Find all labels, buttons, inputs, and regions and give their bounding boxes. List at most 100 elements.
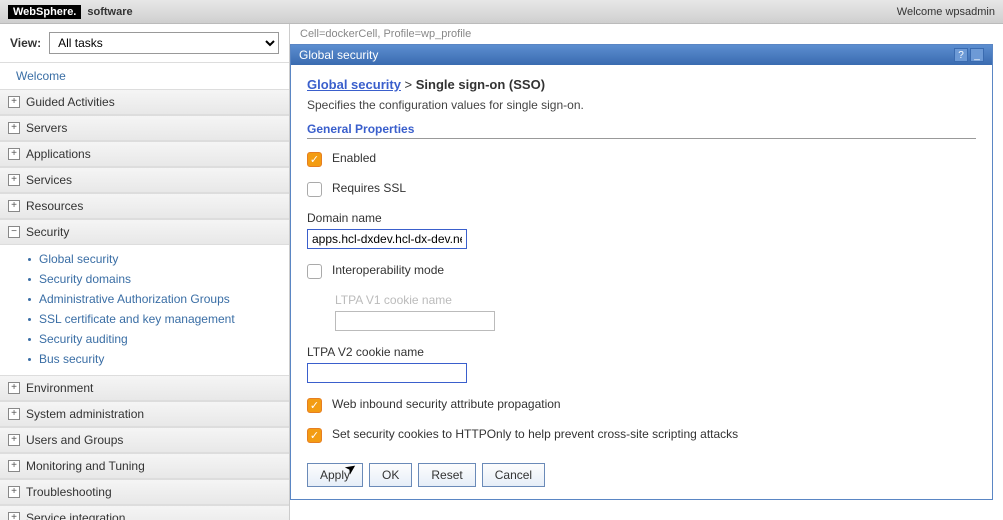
nav-section-header[interactable]: + Resources [0,194,289,219]
field-domain-name: Domain name [307,211,976,249]
nav-welcome-link[interactable]: Welcome [0,63,289,89]
nav-child-label: Security auditing [39,332,128,346]
ltpa-v1-input [335,311,495,331]
nav-section: + Monitoring and Tuning [0,453,289,479]
interop-checkbox[interactable] [307,264,322,279]
nav-section-title: Environment [26,381,93,395]
breadcrumb-current: Single sign-on (SSO) [416,77,545,92]
expand-icon[interactable]: + [8,460,20,472]
nav-section-title: System administration [26,407,144,421]
help-icon[interactable]: ? [954,48,968,62]
nav-section-header[interactable]: −Security [0,220,289,245]
bullet-icon [28,358,31,361]
httponly-label: Set security cookies to HTTPOnly to help… [332,427,738,441]
nav-section: + Environment [0,375,289,401]
nav-section-header[interactable]: + Monitoring and Tuning [0,454,289,479]
bullet-icon [28,338,31,341]
general-properties-header: General Properties [307,122,976,139]
web-inbound-label: Web inbound security attribute propagati… [332,397,561,411]
view-select[interactable]: All tasks [49,32,279,54]
nav-section-title: Servers [26,121,67,135]
nav-section: + System administration [0,401,289,427]
httponly-checkbox[interactable] [307,428,322,443]
expand-icon[interactable]: + [8,434,20,446]
nav-section-header[interactable]: +Troubleshooting [0,480,289,505]
apply-button[interactable]: Apply [307,463,363,487]
welcome-user: Welcome wpsadmin [897,6,995,18]
expand-icon[interactable]: + [8,96,20,108]
field-httponly: Set security cookies to HTTPOnly to help… [307,427,976,443]
expand-icon[interactable]: + [8,486,20,498]
nav-section: + Resources [0,193,289,219]
nav-section-header[interactable]: + Applications [0,142,289,167]
bullet-icon [28,258,31,261]
button-row: Apply OK Reset Cancel [307,463,976,487]
ok-button[interactable]: OK [369,463,412,487]
nav-section: + Applications [0,141,289,167]
minimize-icon[interactable]: _ [970,48,984,62]
enabled-label: Enabled [332,151,376,165]
nav-section-header[interactable]: + Servers [0,116,289,141]
nav-section-title: Users and Groups [26,433,123,447]
bullet-icon [28,278,31,281]
nav-child-link[interactable]: Administrative Authorization Groups [28,289,289,309]
nav-section: + Service integration [0,505,289,520]
nav-section-title: Service integration [26,511,125,520]
breadcrumb-link[interactable]: Global security [307,77,401,92]
nav-child-link[interactable]: Global security [28,249,289,269]
domain-name-input[interactable] [307,229,467,249]
brand-logo: WebSphere. [8,5,81,19]
web-inbound-checkbox[interactable] [307,398,322,413]
cancel-button[interactable]: Cancel [482,463,545,487]
nav-section-title: Monitoring and Tuning [26,459,145,473]
context-line: Cell=dockerCell, Profile=wp_profile [290,24,1003,44]
interop-label: Interoperability mode [332,263,444,277]
nav-section-header[interactable]: + System administration [0,402,289,427]
bullet-icon [28,298,31,301]
reset-button[interactable]: Reset [418,463,475,487]
field-requires-ssl: Requires SSL [307,181,976,197]
nav-section-title: Applications [26,147,91,161]
brand-suffix: software [87,6,132,18]
nav-section-header[interactable]: +Services [0,168,289,193]
nav-child-link[interactable]: Security auditing [28,329,289,349]
panel-body: Global security > Single sign-on (SSO) S… [291,65,992,499]
panel-title-text: Global security [299,48,378,62]
expand-icon[interactable]: + [8,512,20,520]
panel-title-bar: Global security ? _ [291,45,992,65]
nav-section: +Troubleshooting [0,479,289,505]
nav-child-link[interactable]: Bus security [28,349,289,369]
expand-icon[interactable]: + [8,382,20,394]
nav-section-header[interactable]: + Service integration [0,506,289,520]
ltpa-v1-label: LTPA V1 cookie name [335,293,976,307]
ltpa-v2-input[interactable] [307,363,467,383]
field-ltpa-v1: LTPA V1 cookie name [335,293,976,331]
requires-ssl-checkbox[interactable] [307,182,322,197]
expand-icon[interactable]: + [8,148,20,160]
nav-child-label: Bus security [39,352,104,366]
ltpa-v2-label: LTPA V2 cookie name [307,345,976,359]
expand-icon[interactable]: + [8,200,20,212]
nav-section-header[interactable]: +Guided Activities [0,90,289,115]
page-description: Specifies the configuration values for s… [307,98,976,112]
enabled-checkbox[interactable] [307,152,322,167]
nav-section-title: Resources [26,199,83,213]
breadcrumb: Global security > Single sign-on (SSO) [307,77,976,92]
domain-name-label: Domain name [307,211,467,225]
nav-section-header[interactable]: + Environment [0,376,289,401]
expand-icon[interactable]: + [8,408,20,420]
expand-icon[interactable]: + [8,122,20,134]
nav-child-label: Global security [39,252,118,266]
expand-icon[interactable]: + [8,174,20,186]
field-interop: Interoperability mode [307,263,976,279]
nav-section: + Servers [0,115,289,141]
nav-section-header[interactable]: + Users and Groups [0,428,289,453]
nav-child-link[interactable]: Security domains [28,269,289,289]
view-label: View: [10,36,41,50]
collapse-icon[interactable]: − [8,226,20,238]
nav-child-link[interactable]: SSL certificate and key management [28,309,289,329]
nav-section: + Users and Groups [0,427,289,453]
nav-section: −Security Global security Security domains… [0,219,289,375]
field-ltpa-v2: LTPA V2 cookie name [307,345,976,383]
field-enabled: Enabled [307,151,976,167]
